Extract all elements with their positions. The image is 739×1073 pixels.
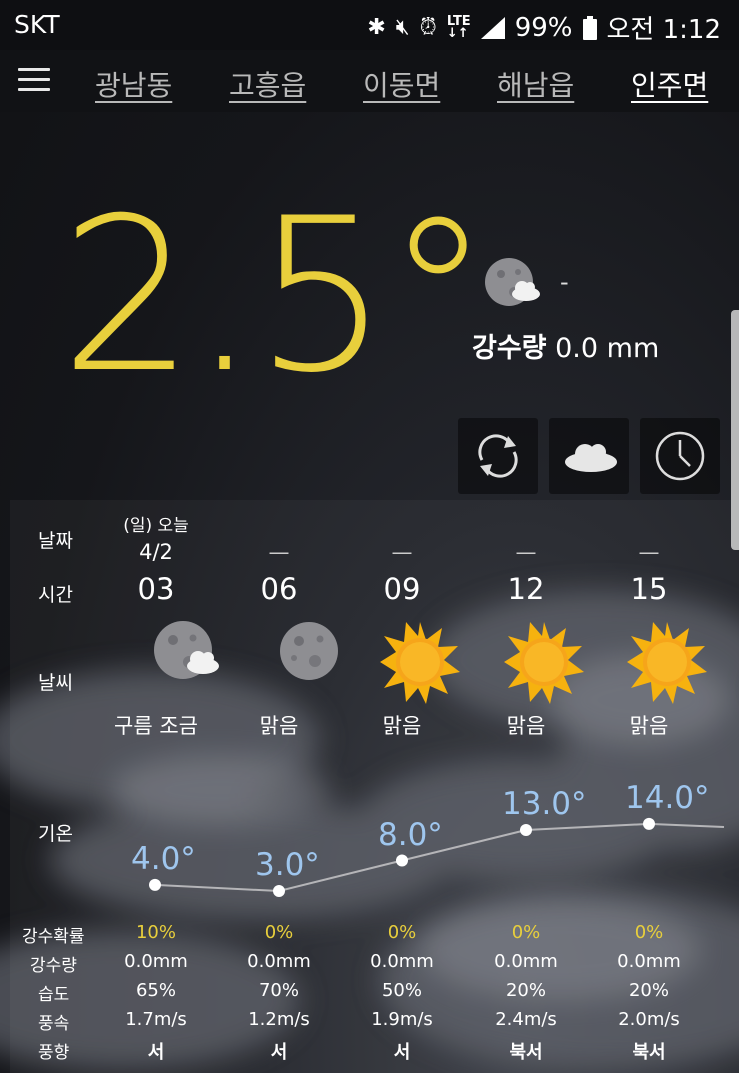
- precip-label: 강수량: [472, 333, 547, 364]
- forecast-wind-direction: 서: [393, 1042, 411, 1063]
- refresh-icon: [478, 434, 518, 478]
- forecast-pop: 0%: [634, 922, 664, 943]
- forecast-temperature: 3.0°: [255, 847, 320, 883]
- forecast-wind-speed: 2.4m/s: [495, 1009, 557, 1030]
- temperature-point: [520, 824, 532, 836]
- forecast-temperature: 8.0°: [378, 816, 443, 853]
- forecast-temperature: 13.0°: [502, 786, 587, 822]
- temperature-point: [643, 817, 655, 830]
- forecast-hour: 12: [507, 572, 545, 606]
- lte-icon: LTE ↓↑: [446, 13, 471, 41]
- row-label-wind-direction: 풍향: [38, 1043, 70, 1063]
- status-bar: SKT ✱ 🔇︎ ⏰︎ LTE ↓↑ 99% 오전 1:12: [0, 0, 739, 50]
- forecast-precip: 0.0mm: [124, 951, 188, 972]
- forecast-humidity: 20%: [505, 980, 546, 1001]
- forecast-condition: 맑음: [382, 714, 422, 738]
- current-precipitation: 강수량 0.0 mm: [472, 326, 659, 365]
- tab-location-2[interactable]: 고흥읍: [229, 64, 306, 104]
- row-label-humidity: 습도: [38, 985, 70, 1005]
- location-tabs: 광남동 고흥읍 이동면 해남읍 인주면: [0, 50, 739, 112]
- battery-icon: [582, 15, 597, 40]
- forecast-pop: 10%: [135, 922, 176, 943]
- scrollbar[interactable]: [731, 310, 739, 550]
- forecast-hour: 03: [137, 572, 175, 606]
- temperature-point: [396, 854, 408, 867]
- precip-value: 0.0 mm: [555, 333, 660, 364]
- clock-icon: [655, 431, 705, 481]
- forecast-humidity: 50%: [381, 980, 422, 1001]
- forecast-pop: 0%: [511, 922, 541, 943]
- forecast-wind-speed: 1.7m/s: [125, 1009, 187, 1030]
- forecast-wind-speed: 2.0m/s: [618, 1009, 680, 1030]
- forecast-wind-direction: 서: [270, 1042, 288, 1063]
- forecast-pop: 0%: [264, 922, 294, 943]
- carrier-label: SKT: [14, 10, 60, 39]
- date-dash: —: [268, 540, 290, 564]
- sun-icon: [380, 622, 460, 704]
- forecast-pop: 0%: [387, 922, 417, 943]
- tab-location-4[interactable]: 해남읍: [497, 64, 574, 104]
- row-label-weather: 날씨: [38, 672, 73, 694]
- forecast-hour: 06: [260, 572, 298, 606]
- forecast-temperature: 4.0°: [131, 840, 196, 877]
- forecast-wind-direction: 서: [147, 1042, 165, 1063]
- forecast-wind-direction: 북서: [632, 1042, 666, 1063]
- alarm-icon: ⏰︎: [419, 15, 437, 40]
- battery-level: 99%: [514, 12, 573, 43]
- hamburger-menu-icon[interactable]: [18, 68, 50, 92]
- forecast-condition: 맑음: [506, 714, 546, 738]
- forecast-precip: 0.0mm: [370, 951, 434, 972]
- mute-icon: 🔇︎: [395, 15, 410, 40]
- forecast-humidity: 20%: [628, 980, 669, 1001]
- temperature-point: [149, 878, 161, 891]
- forecast-wind-direction: 북서: [509, 1042, 543, 1063]
- moon-cloud-icon: [485, 258, 540, 306]
- cloud-icon: [565, 444, 617, 472]
- clock-time: 오전 1:12: [606, 15, 722, 45]
- row-label-time: 시간: [38, 584, 73, 606]
- tab-location-5-active[interactable]: 인주면: [631, 64, 708, 104]
- forecast-wind-speed: 1.9m/s: [371, 1009, 433, 1030]
- forecast-hour: 15: [630, 572, 668, 606]
- current-temperature: 2.5°: [60, 172, 491, 419]
- temperature-point: [273, 885, 285, 897]
- date-dash: —: [391, 540, 413, 564]
- forecast-precip: 0.0mm: [494, 951, 558, 972]
- moon-icon: [280, 622, 338, 680]
- history-button[interactable]: [640, 418, 720, 494]
- moon-cloud-icon: [154, 621, 219, 679]
- current-condition: -: [560, 268, 569, 296]
- forecast-temperature: 14.0°: [625, 779, 710, 816]
- bluetooth-icon: ✱: [367, 15, 386, 40]
- forecast-humidity: 65%: [135, 980, 176, 1001]
- forecast-condition: 맑음: [629, 714, 669, 738]
- refresh-button[interactable]: [458, 418, 538, 494]
- sun-icon: [627, 622, 707, 704]
- date-dash: —: [515, 540, 537, 564]
- signal-icon: [480, 16, 505, 39]
- forecast-precip: 0.0mm: [617, 951, 681, 972]
- sun-icon: [504, 622, 584, 704]
- row-label-wind-speed: 풍속: [38, 1014, 70, 1034]
- forecast-wind-speed: 1.2m/s: [248, 1009, 310, 1030]
- forecast-humidity: 70%: [258, 980, 299, 1001]
- forecast-date: 4/2: [139, 540, 173, 564]
- forecast-condition: 맑음: [259, 714, 299, 738]
- forecast-day-name: (일) 오늘: [123, 516, 189, 536]
- forecast-condition: 구름 조금: [114, 714, 198, 738]
- tab-location-3[interactable]: 이동면: [363, 64, 440, 104]
- weather-map-button[interactable]: [549, 418, 629, 494]
- row-label-date: 날짜: [38, 530, 73, 552]
- date-dash: —: [638, 540, 660, 564]
- forecast-precip: 0.0mm: [247, 951, 311, 972]
- forecast-hour: 09: [383, 572, 421, 606]
- tab-location-1[interactable]: 광남동: [95, 64, 172, 104]
